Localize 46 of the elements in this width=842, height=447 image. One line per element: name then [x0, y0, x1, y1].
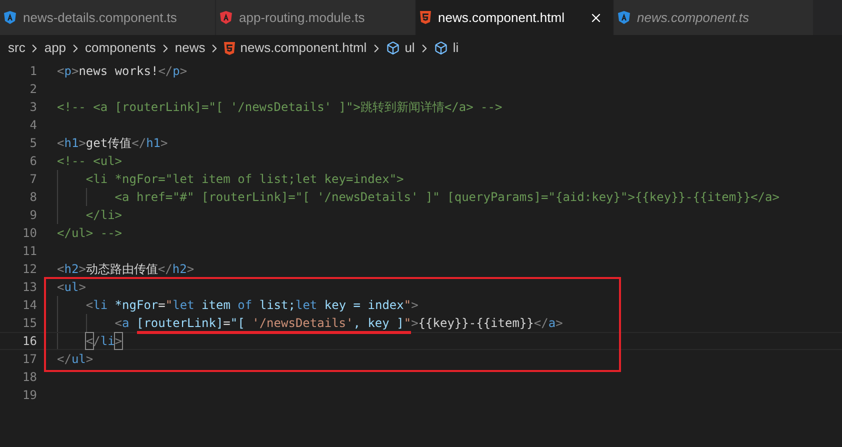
line-number: 6	[28, 153, 37, 169]
editor-tab[interactable]: news-details.component.ts	[0, 0, 216, 35]
line-number: 12	[22, 261, 37, 277]
line-number: 14	[22, 297, 37, 313]
line-number: 4	[28, 117, 37, 133]
line-number: 1	[28, 63, 37, 79]
code-line: <ul>	[57, 279, 86, 295]
line-number: 18	[22, 369, 37, 385]
code-line: <li *ngFor="let item of list;let key = index">	[86, 297, 418, 313]
cube-icon	[386, 41, 400, 55]
code-line: </li>	[86, 207, 122, 223]
code-line: <p>news works!</p>	[57, 63, 188, 79]
editor-tab[interactable]: app-routing.module.ts	[216, 0, 416, 35]
code-line: </ul> -->	[57, 225, 122, 241]
html-file-icon	[224, 42, 236, 54]
code-line: <h1>get传值</h1>	[57, 135, 168, 151]
breadcrumb-item[interactable]: li	[452, 38, 459, 58]
line-number: 16	[22, 333, 37, 349]
code-line: <a href="#" [routerLink]="[ '/newsDetails' ]" [queryParams]="{aid:key}">{{key}}-{{item}}</a>	[114, 189, 780, 205]
code-line: <li *ngFor="let item of list;let key=index">	[86, 171, 404, 187]
line-number: 10	[22, 225, 37, 241]
line-number: 2	[28, 81, 37, 97]
line-number: 11	[22, 243, 37, 259]
code-line: </ul>	[57, 351, 94, 367]
breadcrumb-item[interactable]: app	[44, 38, 66, 58]
code-line: <!-- <ul>	[57, 153, 122, 169]
line-number: 13	[22, 279, 37, 295]
breadcrumb-item[interactable]: ul	[404, 38, 415, 58]
line-number: 19	[22, 387, 37, 403]
breadcrumb-item[interactable]: components	[85, 38, 156, 58]
code-line: <h2>动态路由传值</h2>	[57, 261, 194, 277]
cube-icon	[434, 41, 448, 55]
line-number: 15	[22, 315, 37, 331]
line-number: 8	[28, 189, 37, 205]
breadcrumb-item[interactable]: news.component.html	[240, 38, 367, 58]
editor-tab[interactable]: news.component.ts	[614, 0, 814, 35]
line-number: 17	[22, 351, 37, 367]
line-number: 3	[28, 99, 37, 115]
breadcrumb-item[interactable]: src	[8, 38, 26, 58]
breadcrumb-item[interactable]: news	[174, 38, 206, 58]
line-number: 9	[28, 207, 37, 223]
editor-tab[interactable]: news.component.html	[416, 0, 614, 35]
line-number: 7	[28, 171, 37, 187]
code-line: <!-- <a [routerLink]="[ '/newsDetails' ]">跳转到新闻详情</a> -->	[57, 99, 502, 115]
line-number: 5	[28, 135, 37, 151]
code-line: <a [routerLink]="[ '/newsDetails', key ]">{{key}}-{{item}}</a>	[114, 315, 563, 331]
